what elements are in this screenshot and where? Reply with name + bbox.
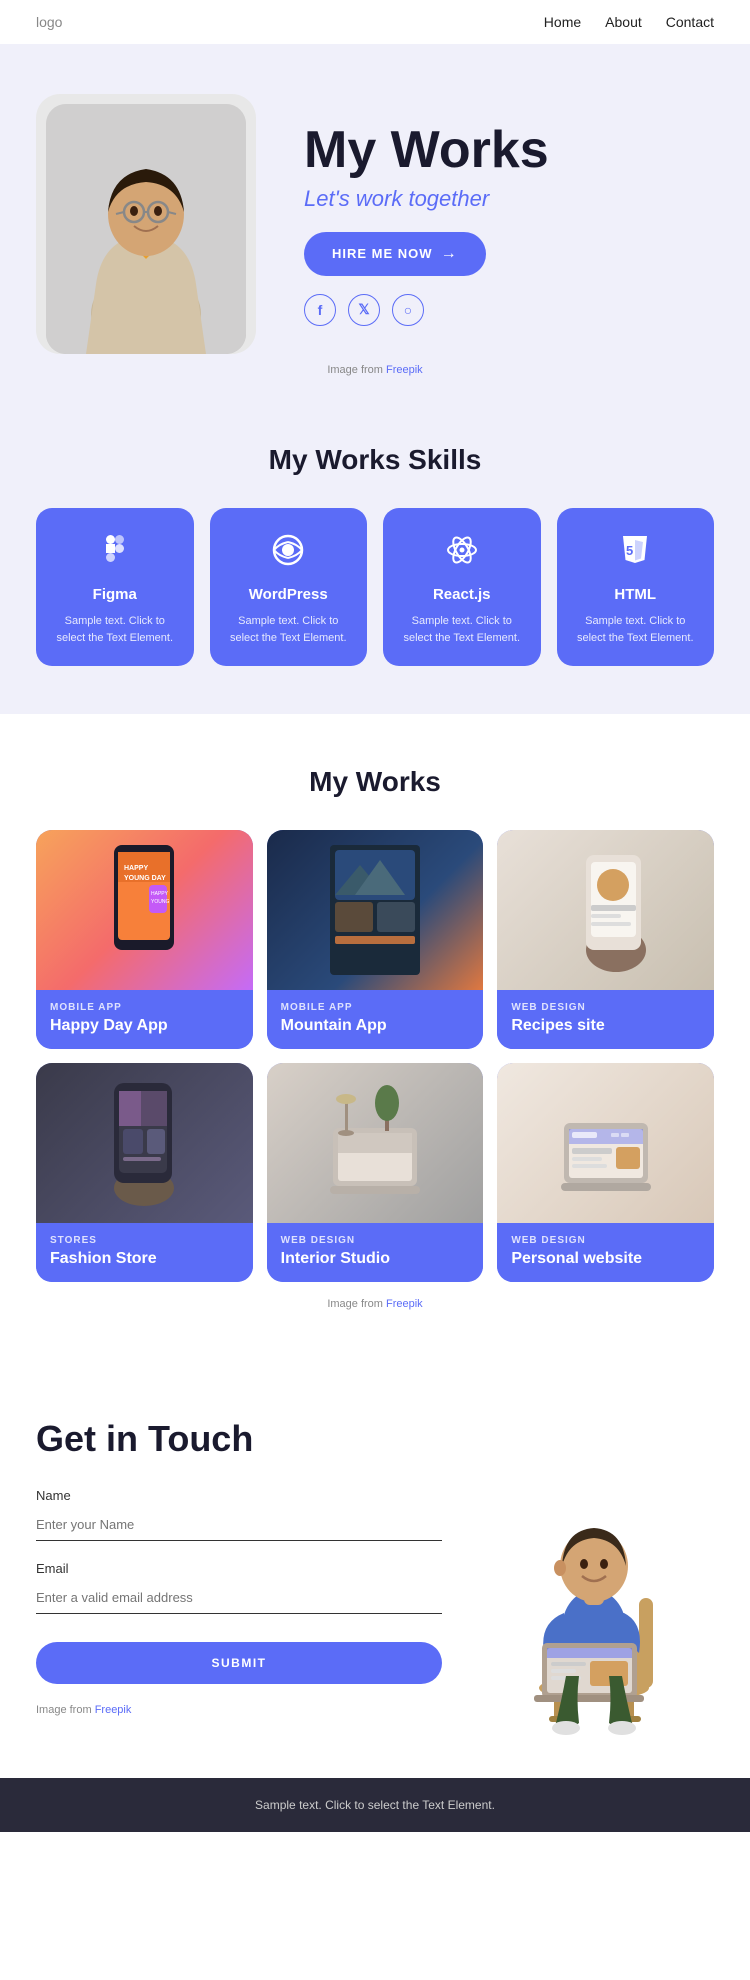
- facebook-icon[interactable]: f: [304, 294, 336, 326]
- works-grid: HAPPY YOUNG DAY HAPPY YOUNG MOBILE APP H…: [36, 830, 714, 1282]
- work-img-happy-day: HAPPY YOUNG DAY HAPPY YOUNG: [36, 830, 253, 990]
- work-name-interior: Interior Studio: [281, 1250, 470, 1268]
- arrow-icon: →: [441, 245, 458, 263]
- skill-html-name: HTML: [573, 586, 699, 603]
- work-name-personal: Personal website: [511, 1250, 700, 1268]
- work-info-recipes: WEB DESIGN Recipes site: [497, 990, 714, 1049]
- nav-about[interactable]: About: [605, 14, 642, 30]
- skill-figma-name: Figma: [52, 586, 178, 603]
- hero-person-photo: [46, 104, 246, 354]
- work-category-recipes: WEB DESIGN: [511, 1002, 700, 1013]
- social-icons: f 𝕏 ○: [304, 294, 549, 326]
- work-category-interior: WEB DESIGN: [281, 1235, 470, 1246]
- works-title: My Works: [36, 766, 714, 798]
- work-fashion[interactable]: STORES Fashion Store: [36, 1063, 253, 1282]
- hero-image: [36, 94, 256, 354]
- work-mountain[interactable]: MOBILE APP Mountain App: [267, 830, 484, 1049]
- work-category-mountain: MOBILE APP: [281, 1002, 470, 1013]
- logo: logo: [36, 14, 62, 30]
- navbar: logo Home About Contact: [0, 0, 750, 44]
- skill-figma: Figma Sample text. Click to select the T…: [36, 508, 194, 666]
- email-label: Email: [36, 1561, 442, 1576]
- works-section: My Works HAPPY YOUNG DAY HAPPY YOUNG: [0, 714, 750, 1366]
- skills-section: My Works Skills Figma Sample text. Click…: [0, 392, 750, 714]
- svg-text:HAPPY: HAPPY: [124, 865, 148, 872]
- email-input[interactable]: [36, 1582, 442, 1614]
- react-icon: [399, 532, 525, 576]
- contact-title: Get in Touch: [36, 1418, 442, 1460]
- work-happy-day[interactable]: HAPPY YOUNG DAY HAPPY YOUNG MOBILE APP H…: [36, 830, 253, 1049]
- skill-html: 5 HTML Sample text. Click to select the …: [557, 508, 715, 666]
- form-group-name: Name: [36, 1488, 442, 1541]
- work-info-personal: WEB DESIGN Personal website: [497, 1223, 714, 1282]
- skill-reactjs-name: React.js: [399, 586, 525, 603]
- work-category-fashion: STORES: [50, 1235, 239, 1246]
- work-img-interior: [267, 1063, 484, 1223]
- skill-figma-desc: Sample text. Click to select the Text El…: [52, 613, 178, 646]
- html-icon: 5: [573, 532, 699, 576]
- hero-subtitle: Let's work together: [304, 186, 549, 212]
- skill-reactjs: React.js Sample text. Click to select th…: [383, 508, 541, 666]
- hero-section: My Works Let's work together HIRE ME NOW…: [0, 44, 750, 364]
- contact-form: Get in Touch Name Email SUBMIT Image fro…: [36, 1418, 442, 1716]
- hero-attribution: Image from Freepik: [0, 364, 750, 392]
- footer: Sample text. Click to select the Text El…: [0, 1778, 750, 1832]
- nav-contact[interactable]: Contact: [666, 14, 714, 30]
- skill-reactjs-desc: Sample text. Click to select the Text El…: [399, 613, 525, 646]
- hero-content: My Works Let's work together HIRE ME NOW…: [256, 122, 549, 325]
- contact-section: Get in Touch Name Email SUBMIT Image fro…: [0, 1366, 750, 1778]
- name-label: Name: [36, 1488, 442, 1503]
- nav-links: Home About Contact: [544, 14, 714, 30]
- skills-title: My Works Skills: [36, 444, 714, 476]
- work-info-mountain: MOBILE APP Mountain App: [267, 990, 484, 1049]
- figma-icon: [52, 532, 178, 576]
- work-img-mountain: [267, 830, 484, 990]
- nav-home[interactable]: Home: [544, 14, 581, 30]
- hero-title: My Works: [304, 122, 549, 179]
- form-group-email: Email: [36, 1561, 442, 1614]
- work-category-happy-day: MOBILE APP: [50, 1002, 239, 1013]
- work-category-personal: WEB DESIGN: [511, 1235, 700, 1246]
- work-info-fashion: STORES Fashion Store: [36, 1223, 253, 1282]
- work-personal[interactable]: WEB DESIGN Personal website: [497, 1063, 714, 1282]
- works-attribution: Image from Freepik: [36, 1298, 714, 1310]
- work-name-happy-day: Happy Day App: [50, 1017, 239, 1035]
- work-info-interior: WEB DESIGN Interior Studio: [267, 1223, 484, 1282]
- svg-text:HAPPY: HAPPY: [151, 891, 169, 897]
- wordpress-icon: [226, 532, 352, 576]
- skill-wordpress-desc: Sample text. Click to select the Text El…: [226, 613, 352, 646]
- work-img-fashion: [36, 1063, 253, 1223]
- hire-me-button[interactable]: HIRE ME NOW →: [304, 232, 486, 276]
- work-img-personal: [497, 1063, 714, 1223]
- work-name-fashion: Fashion Store: [50, 1250, 239, 1268]
- svg-text:5: 5: [626, 543, 633, 558]
- instagram-icon[interactable]: ○: [392, 294, 424, 326]
- work-interior[interactable]: WEB DESIGN Interior Studio: [267, 1063, 484, 1282]
- contact-illustration: [474, 1418, 714, 1738]
- twitter-icon[interactable]: 𝕏: [348, 294, 380, 326]
- skill-wordpress-name: WordPress: [226, 586, 352, 603]
- footer-text: Sample text. Click to select the Text El…: [255, 1798, 495, 1812]
- submit-button[interactable]: SUBMIT: [36, 1642, 442, 1684]
- skills-grid: Figma Sample text. Click to select the T…: [36, 508, 714, 666]
- work-name-mountain: Mountain App: [281, 1017, 470, 1035]
- svg-text:YOUNG DAY: YOUNG DAY: [124, 875, 166, 882]
- name-input[interactable]: [36, 1509, 442, 1541]
- work-name-recipes: Recipes site: [511, 1017, 700, 1035]
- skill-html-desc: Sample text. Click to select the Text El…: [573, 613, 699, 646]
- contact-attribution: Image from Freepik: [36, 1704, 442, 1716]
- work-recipes[interactable]: WEB DESIGN Recipes site: [497, 830, 714, 1049]
- work-info-happy-day: MOBILE APP Happy Day App: [36, 990, 253, 1049]
- work-img-recipes: [497, 830, 714, 990]
- skill-wordpress: WordPress Sample text. Click to select t…: [210, 508, 368, 666]
- svg-text:YOUNG: YOUNG: [151, 899, 169, 905]
